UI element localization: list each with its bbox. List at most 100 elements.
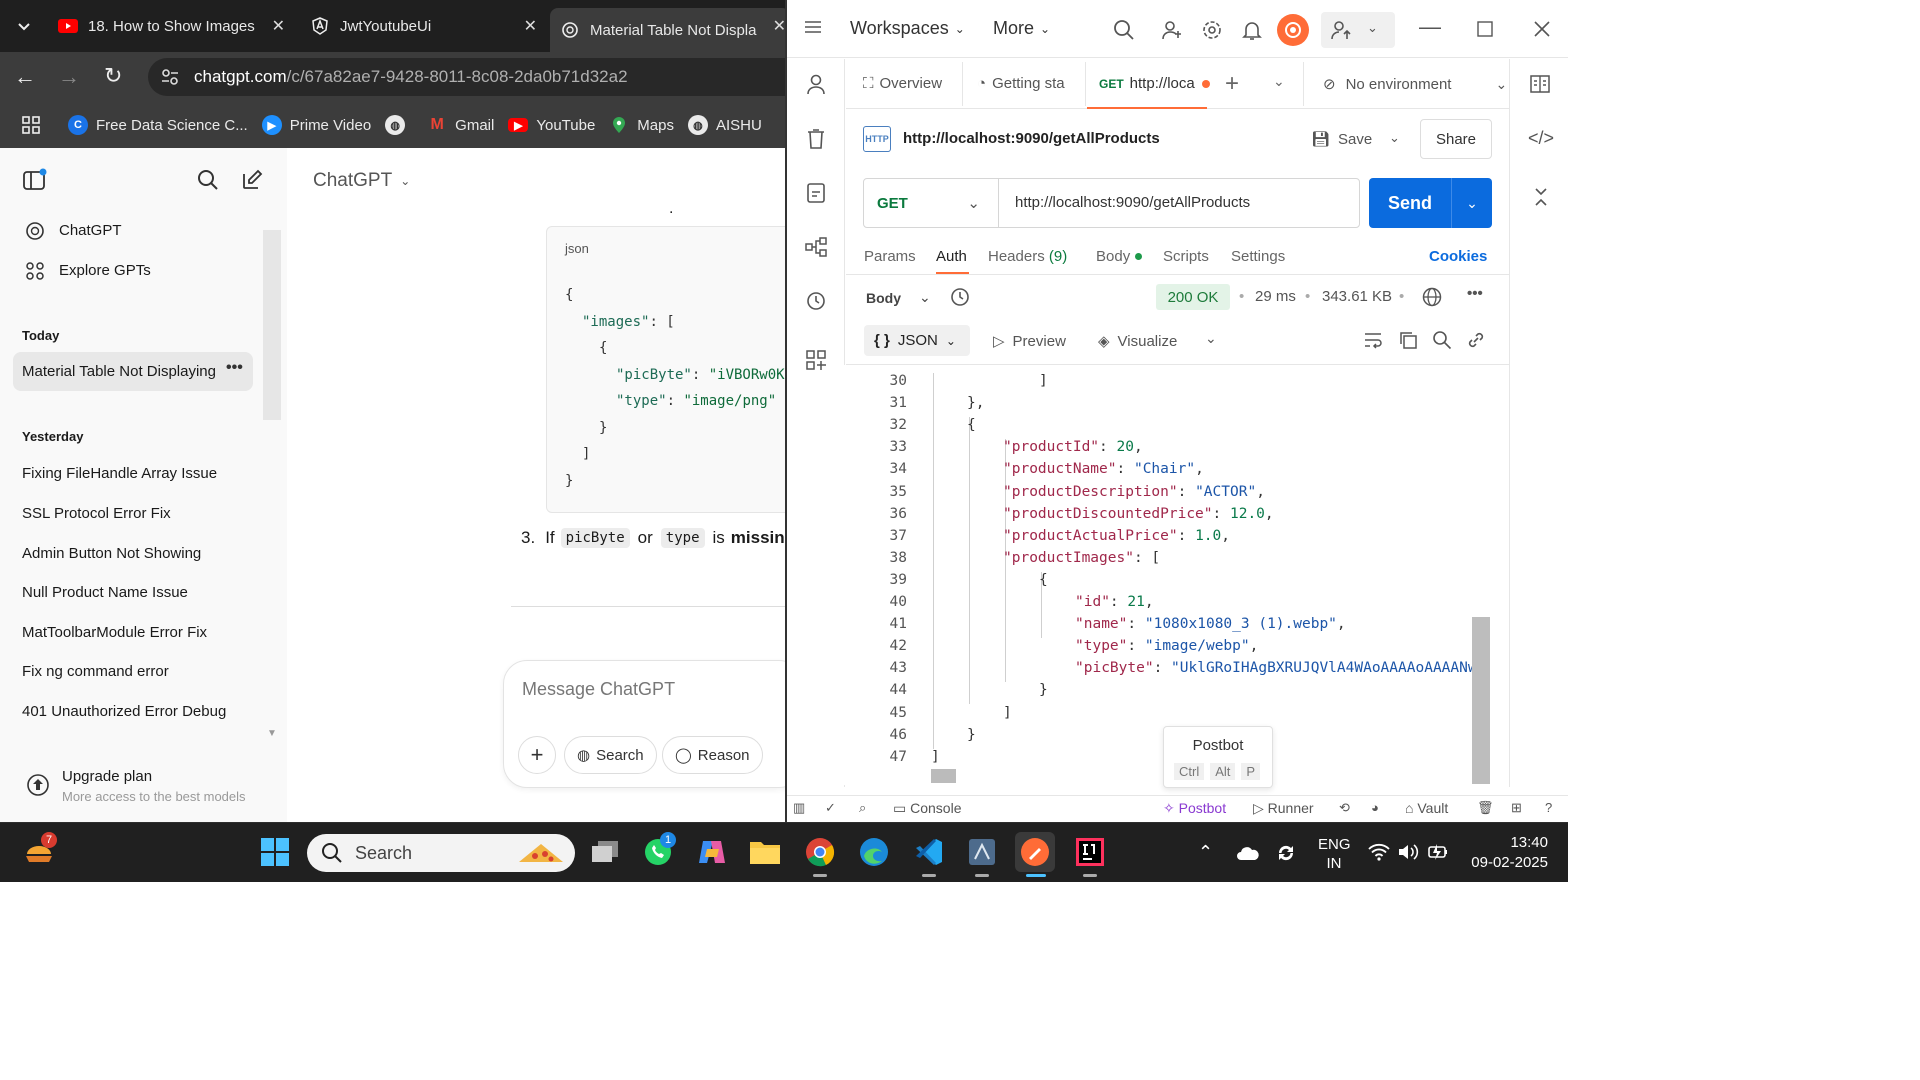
attach-button[interactable]: +: [518, 736, 556, 774]
task-view-button[interactable]: [585, 832, 625, 872]
bookmark-aishu[interactable]: ◍ AISHU: [687, 115, 762, 135]
close-window-button[interactable]: [1533, 20, 1551, 38]
tab-body[interactable]: Body: [1096, 248, 1143, 265]
more-options-icon[interactable]: •••: [1467, 285, 1483, 302]
start-button[interactable]: [255, 832, 295, 872]
new-tab-button[interactable]: +: [1225, 70, 1239, 98]
chat-item[interactable]: Fixing FileHandle Array Issue: [22, 465, 217, 482]
volume-icon[interactable]: [1397, 843, 1419, 861]
help-icon[interactable]: ?: [1545, 800, 1552, 815]
reason-button[interactable]: ◯ Reason: [662, 736, 763, 774]
bookmark-globe[interactable]: ◍: [385, 115, 413, 135]
save-dropdown-icon[interactable]: ⌄: [1389, 130, 1400, 146]
postbot-button[interactable]: ✧ Postbot: [1163, 800, 1226, 817]
more-options-icon[interactable]: •••: [226, 359, 243, 377]
request-title[interactable]: http://localhost:9090/getAllProducts: [903, 130, 1160, 147]
response-time[interactable]: 29 ms: [1255, 288, 1296, 305]
cookies-link[interactable]: Cookies: [1429, 248, 1487, 265]
language-indicator[interactable]: ENG IN: [1318, 835, 1351, 873]
tab-scripts[interactable]: Scripts: [1163, 248, 1209, 265]
visualize-button[interactable]: ◈ Visualize: [1098, 332, 1177, 351]
editor-scrollbar[interactable]: [1472, 617, 1490, 784]
wifi-icon[interactable]: [1368, 843, 1390, 861]
method-select[interactable]: GET ⌄: [864, 179, 999, 227]
intellij-button[interactable]: [1070, 832, 1110, 872]
settings-gear-icon[interactable]: [1201, 19, 1223, 41]
browser-tab[interactable]: 18. How to Show Images ✕: [48, 8, 293, 44]
tab-getting-started[interactable]: ◔ Getting sta: [977, 75, 1065, 92]
globe-icon[interactable]: [1421, 286, 1443, 308]
history-icon[interactable]: [805, 290, 827, 312]
copy-icon[interactable]: [1398, 330, 1418, 350]
scrollbar-thumb[interactable]: [263, 230, 281, 420]
sidebar-item-chatgpt[interactable]: ChatGPT: [59, 222, 122, 239]
more-menu[interactable]: More ⌄: [993, 18, 1050, 39]
sidebar-toggle-icon[interactable]: ▥: [793, 800, 805, 816]
cookies-icon[interactable]: ◕: [1371, 800, 1379, 815]
proxy-icon[interactable]: ⟲: [1339, 800, 1350, 816]
workspaces-menu[interactable]: Workspaces ⌄: [850, 18, 965, 39]
forward-icon[interactable]: →: [58, 64, 80, 90]
chat-item[interactable]: Admin Button Not Showing: [22, 545, 201, 562]
scroll-down-icon[interactable]: ▼: [267, 728, 277, 739]
tab-overview[interactable]: ⛶ Overview: [863, 75, 942, 92]
sidebar-item-explore-gpts[interactable]: Explore GPTs: [59, 262, 151, 279]
new-chat-icon[interactable]: [240, 168, 264, 192]
upgrade-plan-button[interactable]: Upgrade plan: [62, 768, 152, 785]
search-button[interactable]: ◍ Search: [564, 736, 657, 774]
share-button[interactable]: Share: [1420, 119, 1492, 159]
clock[interactable]: 13:40 09-02-2025: [1468, 833, 1548, 873]
edge-button[interactable]: [854, 832, 894, 872]
status-badge[interactable]: 200 OK: [1156, 284, 1230, 310]
history-icon[interactable]: [949, 286, 971, 308]
bookmark-youtube[interactable]: ▶ YouTube: [508, 117, 595, 134]
apps-icon[interactable]: [22, 116, 40, 134]
onedrive-icon[interactable]: [1236, 845, 1260, 861]
horizontal-scrollbar[interactable]: [931, 769, 956, 783]
tab-auth[interactable]: Auth: [936, 248, 967, 265]
menu-icon[interactable]: [803, 19, 823, 35]
bookmark-free-data-science[interactable]: C Free Data Science C...: [68, 115, 248, 135]
site-info-icon[interactable]: [160, 67, 180, 87]
close-icon[interactable]: ✕: [272, 16, 285, 36]
close-icon[interactable]: ✕: [524, 16, 537, 36]
console-button[interactable]: ▭ Console: [893, 800, 962, 817]
maximize-button[interactable]: [1477, 21, 1493, 37]
documentation-icon[interactable]: [1530, 74, 1550, 94]
code-icon[interactable]: </>: [1528, 128, 1554, 149]
vscode-button[interactable]: [909, 832, 949, 872]
chevron-down-icon[interactable]: ⌄: [1205, 330, 1217, 347]
message-input[interactable]: Message ChatGPT: [522, 679, 675, 700]
tabs-dropdown-icon[interactable]: ⌄: [1273, 73, 1285, 90]
search-icon[interactable]: [196, 168, 220, 192]
bookmark-prime-video[interactable]: ▶ Prime Video: [261, 115, 371, 135]
browser-tab-active[interactable]: Material Table Not Displa ✕: [550, 8, 790, 52]
sync-icon[interactable]: [1275, 842, 1297, 864]
taskbar-search[interactable]: Search: [307, 834, 575, 872]
whatsapp-button[interactable]: 1: [638, 832, 678, 872]
chrome-button[interactable]: [800, 832, 840, 872]
postman-button[interactable]: [1015, 832, 1055, 872]
sts-button[interactable]: [962, 832, 1002, 872]
collapse-icon[interactable]: [1532, 187, 1550, 207]
response-size[interactable]: 343.61 KB: [1322, 288, 1392, 305]
send-button[interactable]: Send ⌄: [1369, 178, 1492, 228]
preview-button[interactable]: ▷ Preview: [993, 332, 1066, 351]
tab-params[interactable]: Params: [864, 248, 916, 265]
chat-item[interactable]: MatToolbarModule Error Fix: [22, 624, 207, 641]
add-workspace-icon[interactable]: [805, 349, 827, 371]
widgets-button[interactable]: 7: [19, 832, 59, 872]
check-icon[interactable]: ✓: [825, 800, 836, 816]
bell-icon[interactable]: [1241, 19, 1263, 41]
environments-icon[interactable]: [806, 182, 826, 204]
chat-item[interactable]: Null Product Name Issue: [22, 584, 188, 601]
link-icon[interactable]: [1466, 330, 1486, 350]
wrap-lines-icon[interactable]: [1363, 330, 1383, 350]
bookmark-maps[interactable]: Maps: [609, 115, 674, 135]
collections-icon[interactable]: [806, 128, 826, 150]
vault-button[interactable]: ⌂ Vault: [1405, 800, 1448, 816]
chat-item[interactable]: 401 Unauthorized Error Debug: [22, 703, 228, 720]
save-button[interactable]: 💾︎ Save: [1311, 130, 1372, 149]
chevron-down-icon[interactable]: ⌄: [1452, 195, 1492, 212]
reload-icon[interactable]: ↻: [104, 63, 122, 89]
